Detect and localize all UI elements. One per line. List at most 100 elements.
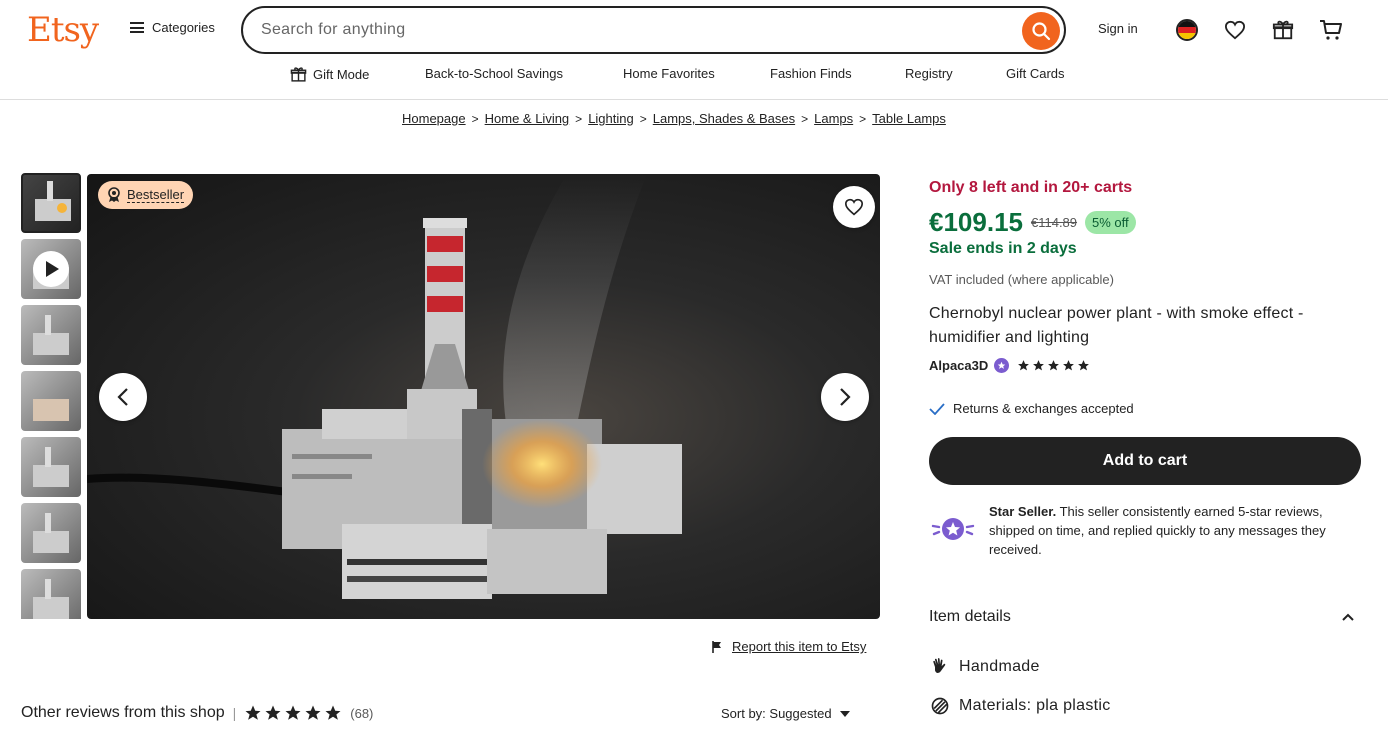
- star-icon: [1078, 360, 1090, 371]
- chevron-up-icon: [1342, 613, 1354, 621]
- etsy-logo[interactable]: Etsy: [27, 10, 99, 50]
- returns-info: Returns & exchanges accepted: [929, 401, 1134, 416]
- breadcrumb-link[interactable]: Home & Living: [485, 111, 570, 126]
- star-seller-description: Star Seller. This seller consistently ea…: [989, 502, 1361, 559]
- product-title: Chernobyl nuclear power plant - with smo…: [929, 305, 1304, 346]
- star-icon: [1033, 360, 1045, 371]
- discount-badge: 5% off: [1085, 211, 1136, 234]
- favorites-button[interactable]: [1222, 17, 1248, 43]
- award-icon: [108, 187, 120, 202]
- play-icon: [33, 251, 69, 287]
- video-thumbnail[interactable]: [21, 239, 81, 299]
- search-button[interactable]: [1022, 12, 1060, 50]
- subnav-registry[interactable]: Registry: [905, 66, 953, 81]
- main-product-image[interactable]: Bestseller: [87, 174, 880, 619]
- chevron-right-icon: >: [801, 111, 809, 126]
- vat-note: VAT included (where applicable): [929, 272, 1114, 287]
- search-icon: [1032, 22, 1051, 41]
- breadcrumb-link[interactable]: Lamps, Shades & Bases: [653, 111, 795, 126]
- star-icon: [285, 705, 301, 720]
- search-input[interactable]: [261, 18, 1001, 42]
- gifts-button[interactable]: [1270, 17, 1296, 43]
- bestseller-badge[interactable]: Bestseller: [98, 181, 194, 209]
- chevron-left-icon: [117, 388, 128, 406]
- product-photo: [87, 174, 682, 599]
- shop-reviews-heading: Other reviews from this shop | (68): [21, 704, 373, 722]
- current-price: €109.15: [929, 207, 1023, 237]
- sort-label: Sort by: Suggested: [721, 706, 832, 721]
- star-seller-title: Star Seller.: [989, 504, 1057, 519]
- star-seller-icon: [994, 358, 1010, 373]
- favorite-button[interactable]: [833, 186, 875, 228]
- star-icon: [305, 705, 321, 720]
- gift-icon: [290, 67, 307, 82]
- germany-flag-icon: [1176, 19, 1198, 41]
- hand-wave-icon: [933, 658, 946, 673]
- detail-materials: Materials: pla plastic: [929, 696, 1111, 716]
- subnav-gift-cards[interactable]: Gift Cards: [1006, 66, 1065, 81]
- item-details-toggle[interactable]: Item details: [929, 608, 1361, 626]
- menu-icon: [130, 22, 144, 33]
- bestseller-label: Bestseller: [127, 187, 185, 203]
- sale-countdown: Sale ends in 2 days: [929, 240, 1077, 257]
- thumbnail-strip: [21, 173, 81, 619]
- gift-icon: [1272, 20, 1294, 40]
- returns-label: Returns & exchanges accepted: [953, 401, 1134, 416]
- add-to-cart-button[interactable]: Add to cart: [929, 437, 1361, 485]
- subnav-label: Gift Mode: [313, 67, 370, 82]
- divider: |: [232, 705, 237, 721]
- chevron-right-icon: >: [575, 111, 583, 126]
- star-icon: [1018, 360, 1030, 371]
- review-count: (68): [350, 705, 374, 721]
- breadcrumb-link[interactable]: Table Lamps: [872, 111, 946, 126]
- original-price: €114.89: [1030, 215, 1078, 230]
- shop-rating-stars[interactable]: [1017, 359, 1090, 372]
- star-icon: [265, 705, 281, 720]
- review-stars: [244, 704, 342, 722]
- reviews-heading-label: Other reviews from this shop: [21, 704, 225, 721]
- thumbnail[interactable]: [21, 371, 81, 431]
- report-item-link[interactable]: Report this item to Etsy: [712, 639, 866, 654]
- next-image-button[interactable]: [821, 373, 869, 421]
- categories-button[interactable]: Categories: [130, 20, 215, 35]
- breadcrumb-link[interactable]: Homepage: [402, 111, 466, 126]
- detail-handmade: Handmade: [929, 657, 1040, 677]
- breadcrumb-link[interactable]: Lamps: [814, 111, 853, 126]
- thumbnail[interactable]: [21, 569, 81, 619]
- subnav-back-to-school[interactable]: Back-to-School Savings: [425, 66, 563, 81]
- star-icon: [1063, 360, 1075, 371]
- search-bar: [241, 6, 1066, 54]
- star-icon: [325, 705, 341, 720]
- star-icon: [1048, 360, 1060, 371]
- subnav-home-favorites[interactable]: Home Favorites: [623, 66, 715, 81]
- checkmark-icon: [929, 402, 945, 415]
- thumbnail[interactable]: [21, 503, 81, 563]
- subnav-gift-mode[interactable]: Gift Mode: [290, 66, 369, 83]
- report-label: Report this item to Etsy: [732, 639, 867, 654]
- shop-info: Alpaca3D: [929, 358, 1090, 373]
- detail-label: Handmade: [959, 658, 1040, 675]
- shop-name-link[interactable]: Alpaca3D: [929, 358, 988, 373]
- region-button[interactable]: [1174, 17, 1200, 43]
- subnav-fashion-finds[interactable]: Fashion Finds: [770, 66, 852, 81]
- breadcrumb-link[interactable]: Lighting: [588, 111, 634, 126]
- thumbnail[interactable]: [21, 305, 81, 365]
- thumbnail[interactable]: [21, 173, 81, 233]
- sign-in-link[interactable]: Sign in: [1098, 21, 1138, 36]
- chevron-right-icon: >: [639, 111, 647, 126]
- previous-image-button[interactable]: [99, 373, 147, 421]
- item-details-heading: Item details: [929, 608, 1011, 625]
- caret-down-icon: [839, 710, 850, 717]
- stock-alert: Only 8 left and in 20+ carts: [929, 179, 1133, 196]
- chevron-right-icon: >: [859, 111, 867, 126]
- thumbnail[interactable]: [21, 437, 81, 497]
- star-seller-badge-icon: [931, 518, 975, 540]
- site-header: Etsy Categories Sign in: [0, 0, 1388, 100]
- cart-button[interactable]: [1318, 17, 1344, 43]
- price-row: €109.15 €114.89 5% off: [929, 207, 1136, 238]
- sub-navigation: Gift Mode Back-to-School Savings Home Fa…: [0, 66, 1388, 86]
- chevron-right-icon: >: [471, 111, 479, 126]
- cart-icon: [1320, 20, 1342, 40]
- breadcrumb: Homepage > Home & Living > Lighting > Lamps…: [402, 111, 946, 126]
- sort-dropdown[interactable]: Sort by: Suggested: [721, 706, 850, 721]
